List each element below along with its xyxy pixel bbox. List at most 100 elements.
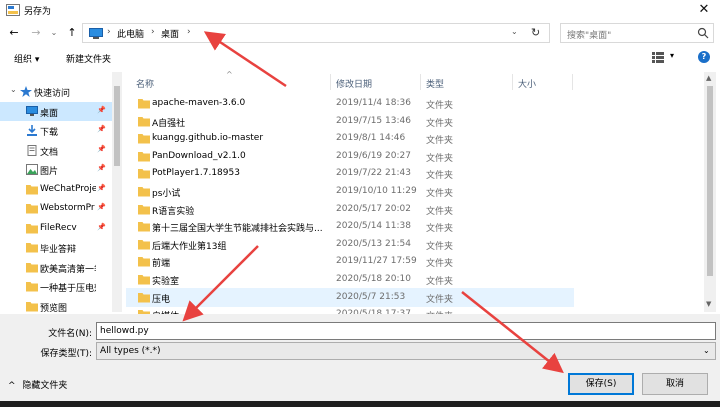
hide-folders-toggle[interactable]: ^ 隐藏文件夹 <box>8 378 67 391</box>
folder-icon <box>26 223 38 234</box>
table-row[interactable]: PotPlayer1.7.18953 2019/7/22 21:43 文件夹 <box>126 164 574 183</box>
breadcrumb-this-pc[interactable]: 此电脑 <box>117 27 144 40</box>
sidebar-item-label: 文档 <box>40 147 59 158</box>
sidebar-item[interactable]: 毕业答辩 <box>0 238 112 257</box>
folder-icon <box>138 98 150 109</box>
sidebar-item[interactable]: 文档 📌 <box>0 141 112 160</box>
sort-ascending-icon: ^ <box>226 70 233 79</box>
pin-icon: 📌 <box>97 183 106 192</box>
column-divider[interactable] <box>572 74 573 90</box>
hide-folders-label: 隐藏文件夹 <box>22 381 68 391</box>
navigation-pane: ⌄ 快速访问 桌面 📌 下载 📌 文档 📌 图片 📌 WeChatProje 📌 WebstormPr 📌… <box>0 72 114 314</box>
column-type[interactable]: 类型 <box>426 77 444 90</box>
nav-scrollbar-thumb[interactable] <box>114 86 120 166</box>
table-row[interactable]: PanDownload_v2.1.0 2019/6/19 20:27 文件夹 <box>126 147 574 166</box>
organize-button[interactable]: 组织 ▾ <box>14 52 39 65</box>
table-row[interactable]: R语言实验 2020/5/17 20:02 文件夹 <box>126 200 574 219</box>
back-button[interactable]: ← <box>6 24 22 42</box>
save-dialog-icon <box>6 4 20 16</box>
help-icon[interactable]: ? <box>698 51 710 63</box>
pin-icon: 📌 <box>97 105 106 114</box>
column-divider[interactable] <box>420 74 421 90</box>
address-bar[interactable]: › 此电脑 › 桌面 › ⌄ ↻ <box>82 23 550 43</box>
column-name[interactable]: 名称 <box>136 77 154 90</box>
file-list: 名称 ^ 修改日期 类型 大小 apache-maven-3.6.0 2019/1… <box>126 70 712 322</box>
folder-icon <box>138 204 150 215</box>
file-type: 文件夹 <box>426 294 454 305</box>
refresh-icon[interactable]: ↻ <box>531 26 540 39</box>
nav-scrollbar[interactable] <box>112 72 122 312</box>
sidebar-item[interactable]: 一种基于压电效 <box>0 277 112 296</box>
sidebar-item[interactable]: FileRecv 📌 <box>0 219 112 238</box>
file-type: 文件夹 <box>426 277 454 287</box>
recent-locations-chevron-icon[interactable]: ⌄ <box>46 24 62 42</box>
file-type: 文件夹 <box>426 171 454 182</box>
table-row[interactable]: 前端 2019/11/27 17:59 文件夹 <box>126 252 574 271</box>
sidebar-item[interactable]: WeChatProje 📌 <box>0 180 112 199</box>
filename-field[interactable] <box>96 322 716 340</box>
search-icon <box>697 27 709 39</box>
filename-input[interactable] <box>97 323 715 339</box>
sidebar-item[interactable]: 欧美高清第一季 <box>0 258 112 277</box>
column-divider[interactable] <box>330 74 331 90</box>
forward-button[interactable]: → <box>28 24 44 42</box>
up-button[interactable]: ↑ <box>64 24 80 42</box>
table-row[interactable]: 后端大作业第13组 2020/5/13 21:54 文件夹 <box>126 235 574 254</box>
filename-label: 文件名(N): <box>48 329 92 339</box>
toolbar: 组织 ▾ 新建文件夹 ▾ ? <box>0 47 720 71</box>
sidebar-item[interactable]: 预览图 <box>0 297 112 316</box>
filetype-label: 保存类型(T): <box>40 349 92 359</box>
breadcrumb-desktop[interactable]: 桌面 <box>161 27 179 40</box>
folder-icon <box>138 292 150 303</box>
table-row[interactable]: apache-maven-3.6.0 2019/11/4 18:36 文件夹 <box>126 94 574 113</box>
desktop-icon <box>26 105 38 117</box>
file-list-scrollbar-thumb[interactable] <box>707 86 713 276</box>
save-button[interactable]: 保存(S) <box>568 373 634 395</box>
download-icon <box>26 125 38 136</box>
close-button[interactable]: ✕ <box>694 1 714 19</box>
view-dropdown-icon[interactable]: ▾ <box>670 51 674 60</box>
filetype-select[interactable]: All types (*.*) ⌄ <box>96 342 716 360</box>
expand-chevron-icon[interactable]: ⌄ <box>10 85 17 94</box>
file-name: kuangg.github.io-master <box>152 133 264 144</box>
file-type: 文件夹 <box>426 259 454 270</box>
file-name: 实验室 <box>152 277 180 287</box>
table-row[interactable]: ps小试 2019/10/10 11:29 文件夹 <box>126 182 574 201</box>
chevron-down-icon: ⌄ <box>703 346 710 355</box>
folder-icon <box>26 301 38 312</box>
folder-icon <box>138 116 150 127</box>
file-date: 2019/10/10 11:29 <box>336 186 417 196</box>
table-row[interactable]: A自强社 2019/7/15 13:46 文件夹 <box>126 112 574 131</box>
file-name: 第十三届全国大学生节能减排社会实践与... <box>152 224 323 235</box>
sidebar-item[interactable]: 下载 📌 <box>0 121 112 140</box>
nav-quick-access[interactable]: ⌄ 快速访问 <box>0 82 112 101</box>
folder-icon <box>26 262 38 273</box>
taskbar-strip <box>0 401 720 407</box>
folder-icon <box>138 274 150 285</box>
file-date: 2020/5/17 20:02 <box>336 203 411 214</box>
document-icon <box>26 144 38 156</box>
scroll-down-icon[interactable]: ▼ <box>706 300 711 308</box>
file-list-scrollbar[interactable]: ▲ ▼ <box>704 72 716 312</box>
table-row[interactable]: 第十三届全国大学生节能减排社会实践与... 2020/5/14 11:38 文件夹 <box>126 217 574 236</box>
sidebar-item[interactable]: WebstormPr 📌 <box>0 199 112 218</box>
folder-icon <box>26 242 38 253</box>
column-divider[interactable] <box>512 74 513 90</box>
sidebar-item-label: WebstormPr <box>40 203 95 213</box>
new-folder-button[interactable]: 新建文件夹 <box>66 52 111 65</box>
address-dropdown-icon[interactable]: ⌄ <box>511 27 518 36</box>
file-name: 后端大作业第13组 <box>152 241 227 252</box>
sidebar-item[interactable]: 桌面 📌 <box>0 101 112 121</box>
sidebar-item[interactable]: 图片 📌 <box>0 160 112 179</box>
table-row[interactable]: kuangg.github.io-master 2019/8/1 14:46 文件夹 <box>126 129 574 148</box>
cancel-button[interactable]: 取消 <box>642 373 708 395</box>
table-row[interactable]: 实验室 2020/5/18 20:10 文件夹 <box>126 270 574 289</box>
search-box[interactable]: 搜索"桌面" <box>560 23 714 43</box>
column-size[interactable]: 大小 <box>518 77 536 90</box>
file-date: 2020/5/13 21:54 <box>336 238 411 249</box>
scroll-up-icon[interactable]: ▲ <box>706 74 711 82</box>
view-options-icon[interactable] <box>652 52 664 63</box>
sidebar-item-label: FileRecv <box>40 222 77 233</box>
column-date[interactable]: 修改日期 <box>336 77 372 90</box>
table-row[interactable]: 压电 2020/5/7 21:53 文件夹 <box>126 287 574 307</box>
